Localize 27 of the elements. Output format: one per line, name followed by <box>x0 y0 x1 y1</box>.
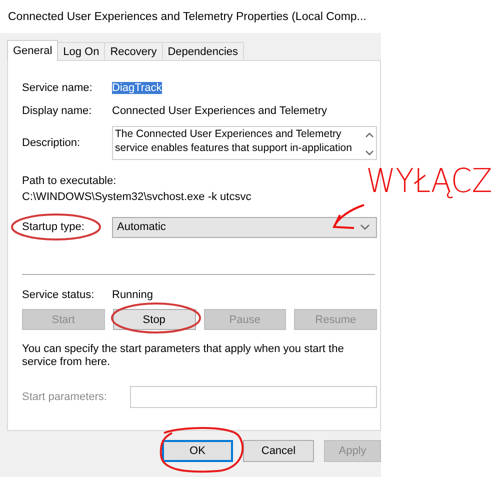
dialog-button[interactable]: Cancel <box>243 440 314 462</box>
scroll-up-icon[interactable] <box>364 132 374 138</box>
chevron-down-icon <box>360 224 370 230</box>
field-label: Description: <box>22 137 82 149</box>
field-label: Service status: <box>22 288 96 300</box>
help-text: You can specify the start parameters that apply when you start the service from here. <box>22 343 345 369</box>
field-label: Start parameters: <box>22 391 108 403</box>
field-label: Display name: <box>22 104 93 116</box>
field-label: Service name: <box>22 82 94 94</box>
description-box[interactable]: The Connected User Experiences and Telemetry service enables features that support in-application <box>112 126 377 160</box>
field-label: Path to executable: <box>22 174 118 189</box>
field-label: Startup type: <box>22 221 86 233</box>
scroll-down-icon[interactable] <box>364 150 374 156</box>
service-status-value: Running <box>112 288 153 300</box>
tab[interactable]: General <box>7 40 58 61</box>
dialog-button[interactable]: OK <box>162 440 233 462</box>
path-value: C:\WINDOWS\System32\svchost.exe -k utcsvc <box>22 190 252 205</box>
annotation-arrow <box>330 203 366 231</box>
tab[interactable]: Log On <box>57 42 106 60</box>
tab[interactable]: Recovery <box>104 42 163 60</box>
startup-type-dropdown[interactable]: Automatic <box>112 216 377 238</box>
tab[interactable]: Dependencies <box>162 42 244 60</box>
window-title: Connected User Experiences and Telemetry Properties (Local Comp... <box>8 10 366 25</box>
service-name-value: DiagTrack <box>112 82 162 94</box>
handwritten-annotation: WYŁĄCZ <box>366 162 492 201</box>
service-button[interactable]: Stop <box>112 309 196 330</box>
display-name-value: Connected User Experiences and Telemetry <box>112 104 328 116</box>
